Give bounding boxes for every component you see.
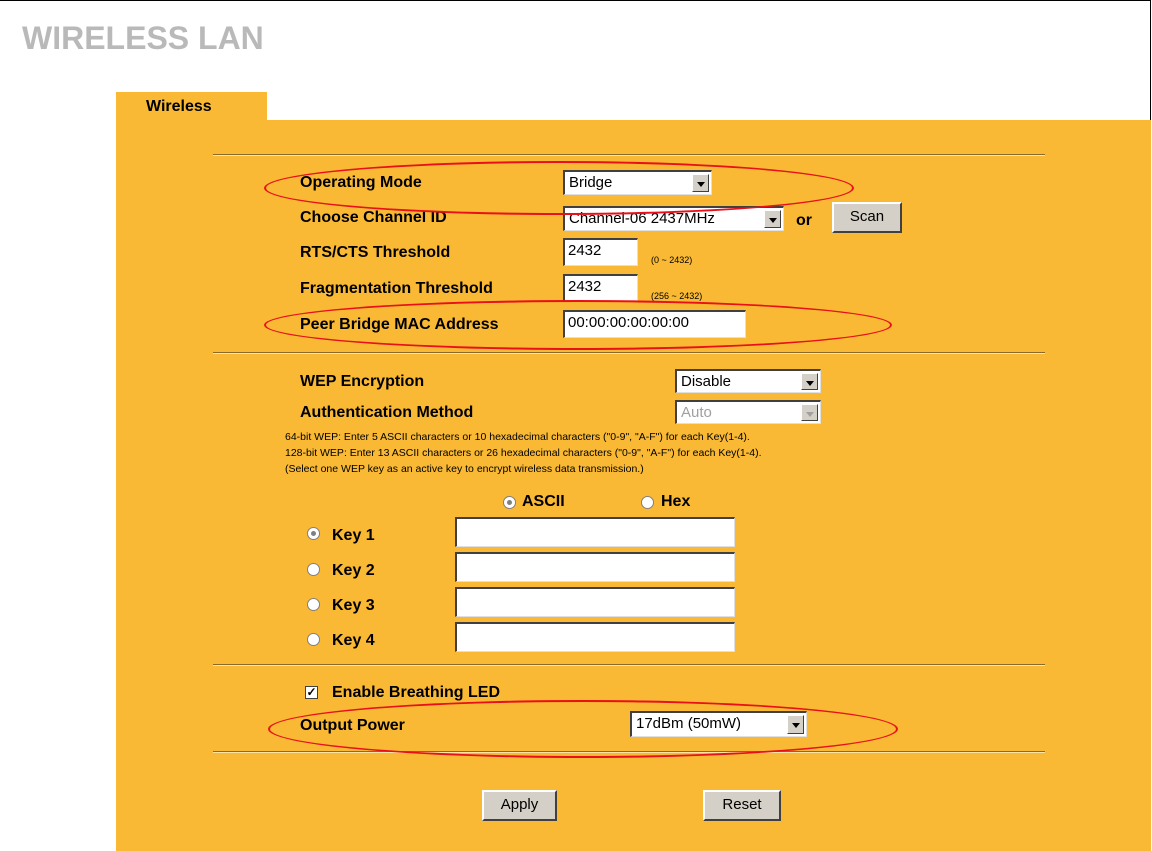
tab-wireless[interactable]: Wireless [116, 92, 267, 122]
chevron-down-icon [801, 373, 818, 390]
wep-note-64bit: 64-bit WEP: Enter 5 ASCII characters or … [285, 431, 750, 443]
wep-encryption-label: WEP Encryption [300, 373, 425, 390]
enable-breathing-led-checkbox[interactable]: ✓ [305, 686, 318, 699]
authentication-method-value: Auto [681, 404, 712, 421]
separator [213, 154, 1045, 156]
key-3-radio[interactable] [307, 598, 320, 611]
key-2-label: Key 2 [332, 562, 375, 579]
key-3-label: Key 3 [332, 597, 375, 614]
scan-button[interactable]: Scan [832, 202, 902, 233]
key-2-radio[interactable] [307, 563, 320, 576]
highlight-operating-mode [264, 161, 854, 215]
separator [213, 664, 1045, 666]
reset-button[interactable]: Reset [703, 790, 781, 821]
apply-button[interactable]: Apply [482, 790, 557, 821]
wep-encryption-select[interactable]: Disable [675, 369, 821, 393]
authentication-method-label: Authentication Method [300, 404, 474, 421]
fragmentation-threshold-label: Fragmentation Threshold [300, 280, 493, 297]
page-title: WIRELESS LAN [22, 20, 264, 56]
highlight-peer-bridge-mac [264, 300, 892, 350]
rts-threshold-input[interactable]: 2432 [563, 238, 638, 266]
fragmentation-threshold-range: (256 ~ 2432) [651, 291, 703, 301]
rts-threshold-label: RTS/CTS Threshold [300, 244, 451, 261]
tab-wireless-label: Wireless [146, 98, 212, 115]
ascii-label: ASCII [522, 493, 565, 510]
key-4-label: Key 4 [332, 632, 375, 649]
ascii-radio[interactable] [503, 496, 516, 509]
key-1-input[interactable] [455, 517, 735, 547]
chevron-down-icon [764, 210, 781, 228]
or-text: or [796, 212, 812, 229]
key-3-input[interactable] [455, 587, 735, 617]
wep-encryption-value: Disable [681, 373, 732, 390]
key-4-radio[interactable] [307, 633, 320, 646]
key-1-label: Key 1 [332, 527, 375, 544]
key-2-input[interactable] [455, 552, 735, 582]
enable-breathing-led-label: Enable Breathing LED [332, 684, 501, 701]
authentication-method-select[interactable]: Auto [675, 400, 821, 424]
key-1-radio[interactable] [307, 527, 320, 540]
wep-note-128bit: 128-bit WEP: Enter 13 ASCII characters o… [285, 447, 762, 459]
fragmentation-threshold-input[interactable]: 2432 [563, 274, 638, 302]
hex-radio[interactable] [641, 496, 654, 509]
key-4-input[interactable] [455, 622, 735, 652]
highlight-output-power [268, 700, 898, 758]
hex-label: Hex [661, 493, 691, 510]
rts-threshold-range: (0 ~ 2432) [651, 255, 693, 265]
wep-note-select: (Select one WEP key as an active key to … [285, 463, 644, 475]
separator [213, 352, 1045, 354]
chevron-down-icon [801, 404, 818, 421]
